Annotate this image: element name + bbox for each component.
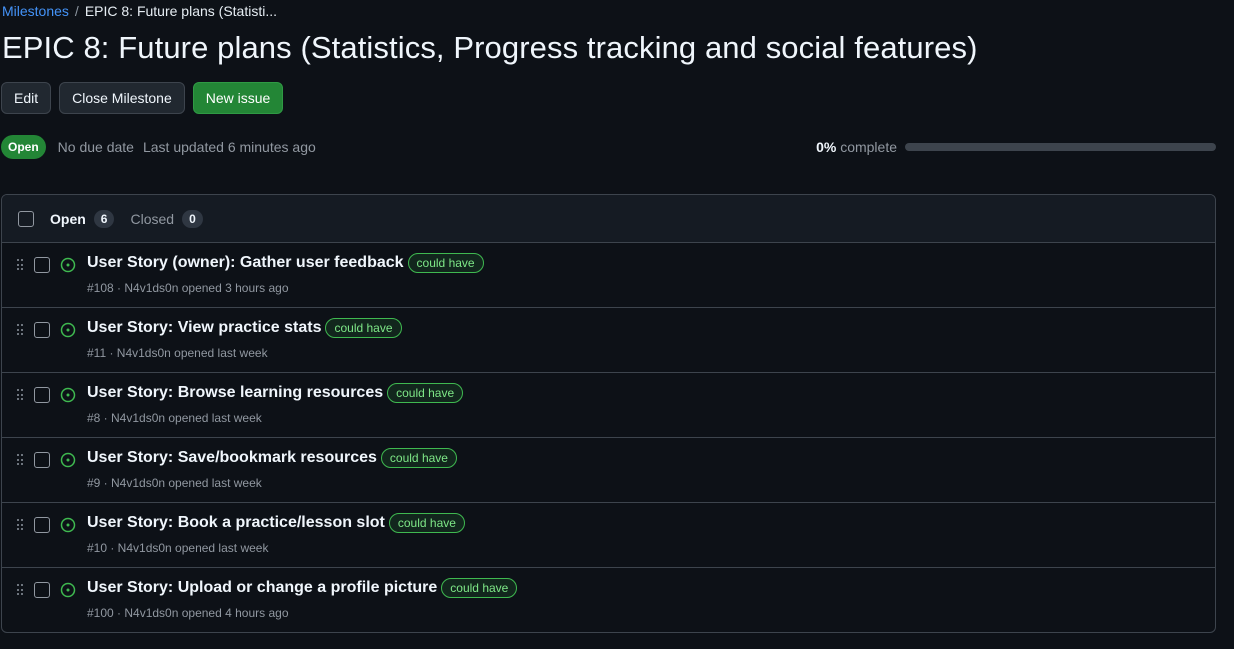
tab-closed[interactable]: Closed 0 xyxy=(130,209,203,228)
milestone-actions: Edit Close Milestone New issue xyxy=(1,82,284,114)
issue-opened-icon xyxy=(60,517,76,533)
issue-row[interactable]: User Story: Save/bookmark resources coul… xyxy=(2,438,1215,503)
close-milestone-button[interactable]: Close Milestone xyxy=(59,82,185,114)
progress: 0% complete xyxy=(816,139,1216,155)
issues-header: Open 6 Closed 0 xyxy=(2,195,1215,243)
issue-meta: #8 · N4v1ds0n opened last week xyxy=(87,411,262,425)
issue-title-line: User Story: Save/bookmark resources coul… xyxy=(87,448,457,468)
issue-meta: #100 · N4v1ds0n opened 4 hours ago xyxy=(87,606,289,620)
issue-title-link[interactable]: User Story: Book a practice/lesson slot xyxy=(87,514,385,532)
issue-opened-icon xyxy=(60,452,76,468)
issue-row[interactable]: User Story (owner): Gather user feedback… xyxy=(2,243,1215,308)
issue-opened-icon xyxy=(60,387,76,403)
issue-label[interactable]: could have xyxy=(407,253,484,273)
tab-closed-count: 0 xyxy=(182,209,203,228)
drag-handle-icon[interactable] xyxy=(17,259,23,271)
issue-label[interactable]: could have xyxy=(380,448,457,468)
issue-meta: #108 · N4v1ds0n opened 3 hours ago xyxy=(87,281,289,295)
tab-open[interactable]: Open 6 xyxy=(50,209,115,228)
issue-row[interactable]: User Story: View practice stats could ha… xyxy=(2,308,1215,373)
new-issue-button[interactable]: New issue xyxy=(192,82,284,114)
issue-title-line: User Story (owner): Gather user feedback… xyxy=(87,253,484,273)
progress-label: 0% complete xyxy=(816,139,897,155)
issue-title-link[interactable]: User Story: Upload or change a profile p… xyxy=(87,579,437,597)
drag-handle-icon[interactable] xyxy=(17,454,23,466)
issue-opened-icon xyxy=(60,322,76,338)
issue-checkbox[interactable] xyxy=(34,517,50,533)
issue-title-line: User Story: View practice stats could ha… xyxy=(87,318,402,338)
last-updated: Last updated 6 minutes ago xyxy=(142,139,316,155)
issue-meta: #11 · N4v1ds0n opened last week xyxy=(87,346,268,360)
progress-bar xyxy=(905,143,1216,151)
issue-label[interactable]: could have xyxy=(387,383,464,403)
issue-title-link[interactable]: User Story (owner): Gather user feedback xyxy=(87,254,404,272)
issue-checkbox[interactable] xyxy=(34,582,50,598)
issue-title-line: User Story: Browse learning resources co… xyxy=(87,383,464,403)
drag-handle-icon[interactable] xyxy=(17,584,23,596)
tab-open-count: 6 xyxy=(93,209,115,228)
issue-row[interactable]: User Story: Upload or change a profile p… xyxy=(2,568,1215,632)
issue-row[interactable]: User Story: Book a practice/lesson slot … xyxy=(2,503,1215,568)
issue-rows: User Story (owner): Gather user feedback… xyxy=(2,243,1215,632)
tab-open-label: Open xyxy=(50,210,86,227)
tab-closed-label: Closed xyxy=(130,210,175,227)
issue-title-link[interactable]: User Story: Browse learning resources xyxy=(87,384,383,402)
select-all-checkbox[interactable] xyxy=(18,210,34,227)
issue-checkbox[interactable] xyxy=(34,322,50,338)
issue-label[interactable]: could have xyxy=(325,318,402,338)
issue-row[interactable]: User Story: Browse learning resources co… xyxy=(2,373,1215,438)
milestone-meta: Open No due date Last updated 6 minutes … xyxy=(1,135,1216,159)
issue-label[interactable]: could have xyxy=(388,513,465,533)
issue-checkbox[interactable] xyxy=(34,257,50,273)
issue-meta: #9 · N4v1ds0n opened last week xyxy=(87,476,262,490)
drag-handle-icon[interactable] xyxy=(17,389,23,401)
page-title: EPIC 8: Future plans (Statistics, Progre… xyxy=(2,30,978,65)
issues-list: Open 6 Closed 0 User Story (owner): Gath… xyxy=(1,194,1216,633)
drag-handle-icon[interactable] xyxy=(17,324,23,336)
issue-title-line: User Story: Book a practice/lesson slot … xyxy=(87,513,465,533)
progress-percent: 0% xyxy=(816,139,837,155)
breadcrumb-milestones-link[interactable]: Milestones xyxy=(2,3,69,19)
breadcrumb-separator: / xyxy=(74,3,79,19)
issue-title-line: User Story: Upload or change a profile p… xyxy=(87,578,518,598)
edit-button[interactable]: Edit xyxy=(1,82,52,114)
due-date: No due date xyxy=(57,139,134,155)
drag-handle-icon[interactable] xyxy=(17,519,23,531)
issue-title-link[interactable]: User Story: Save/bookmark resources xyxy=(87,449,377,467)
issue-meta: #10 · N4v1ds0n opened last week xyxy=(87,541,269,555)
breadcrumb: Milestones / EPIC 8: Future plans (Statist… xyxy=(2,3,277,19)
issue-label[interactable]: could have xyxy=(441,578,518,598)
issue-title-link[interactable]: User Story: View practice stats xyxy=(87,319,321,337)
progress-complete-text: complete xyxy=(840,139,897,155)
issue-checkbox[interactable] xyxy=(34,387,50,403)
breadcrumb-current: EPIC 8: Future plans (Statisti... xyxy=(84,3,277,19)
issue-checkbox[interactable] xyxy=(34,452,50,468)
issue-opened-icon xyxy=(60,582,76,598)
status-badge: Open xyxy=(1,135,46,159)
issue-opened-icon xyxy=(60,257,76,273)
